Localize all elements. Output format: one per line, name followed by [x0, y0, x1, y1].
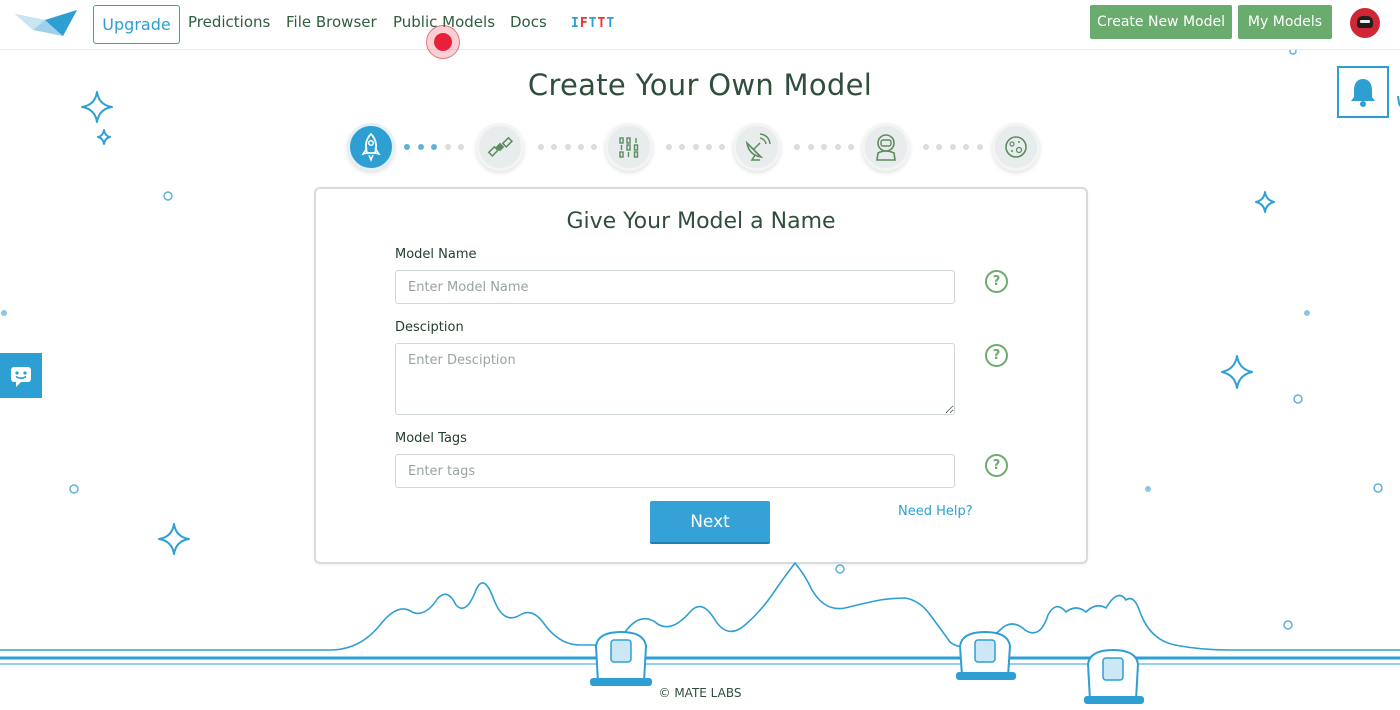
stepper-dot: [706, 144, 712, 150]
top-navbar: Upgrade Predictions File Browser Public …: [0, 0, 1400, 50]
stepper-dot: [445, 144, 451, 150]
moon-icon: [1005, 136, 1027, 158]
form-title: Give Your Model a Name: [566, 209, 836, 234]
model-tags-label: Model Tags: [395, 431, 467, 446]
stepper-dot: [551, 144, 557, 150]
stepper-dot: [719, 144, 725, 150]
stepper-dot: [538, 144, 544, 150]
stepper-dot: [679, 144, 685, 150]
step-3-preprocess[interactable]: [605, 123, 653, 171]
stepper-dot: [794, 144, 800, 150]
stepper-dot: [835, 144, 841, 150]
stepper-dot: [431, 144, 437, 150]
user-avatar[interactable]: [1350, 8, 1380, 38]
stepper-dot: [693, 144, 699, 150]
stepper-dot: [458, 144, 464, 150]
step-4-train[interactable]: [733, 123, 781, 171]
step-5-evaluate[interactable]: [862, 123, 910, 171]
model-tags-help-icon[interactable]: ?: [985, 454, 1008, 477]
click-indicator: [426, 25, 460, 59]
ifttt-logo[interactable]: IFTTT: [571, 16, 615, 31]
nav-link-predictions[interactable]: Predictions: [188, 13, 270, 31]
need-help-link[interactable]: Need Help?: [898, 504, 973, 519]
chat-widget-button[interactable]: [0, 353, 42, 398]
model-creation-stepper: [0, 120, 1400, 176]
stepper-dot: [821, 144, 827, 150]
mate-labs-logo[interactable]: [15, 10, 77, 36]
model-tags-input[interactable]: [395, 454, 955, 488]
stepper-dot: [923, 144, 929, 150]
step-6-deploy[interactable]: [992, 123, 1040, 171]
rocket-icon: [361, 132, 381, 162]
stepper-dot: [963, 144, 969, 150]
satellite-icon: [487, 136, 513, 158]
description-textarea[interactable]: [395, 343, 955, 415]
description-label: Desciption: [395, 320, 464, 335]
model-name-form-card: Give Your Model a Name Model Name ? Desc…: [314, 187, 1088, 564]
stepper-dot: [936, 144, 942, 150]
model-name-label: Model Name: [395, 247, 477, 262]
stepper-dot: [591, 144, 597, 150]
nav-link-file-browser[interactable]: File Browser: [286, 13, 377, 31]
model-name-input[interactable]: [395, 270, 955, 304]
nav-link-docs[interactable]: Docs: [510, 13, 547, 31]
binary-code-icon: [619, 137, 639, 158]
step-2-data[interactable]: [476, 123, 524, 171]
step-1-name[interactable]: [347, 123, 395, 171]
my-models-button[interactable]: My Models: [1238, 5, 1332, 39]
upgrade-button[interactable]: Upgrade: [93, 5, 180, 44]
stepper-dot: [666, 144, 672, 150]
create-new-model-button[interactable]: Create New Model: [1090, 5, 1232, 39]
astronaut-icon: [876, 134, 896, 161]
description-help-icon[interactable]: ?: [985, 344, 1008, 367]
stepper-dot: [418, 144, 424, 150]
next-button[interactable]: Next: [650, 501, 770, 542]
stepper-dot: [977, 144, 983, 150]
chat-icon: [11, 366, 31, 387]
stepper-dot: [404, 144, 410, 150]
model-name-help-icon[interactable]: ?: [985, 270, 1008, 293]
stepper-dot: [950, 144, 956, 150]
copyright-text: © MATE LABS: [658, 686, 742, 700]
stepper-dot: [578, 144, 584, 150]
page-title: Create Your Own Model: [527, 68, 873, 102]
stepper-dot: [848, 144, 854, 150]
stepper-dot: [565, 144, 571, 150]
stepper-dot: [808, 144, 814, 150]
satellite-dish-icon: [745, 133, 771, 161]
